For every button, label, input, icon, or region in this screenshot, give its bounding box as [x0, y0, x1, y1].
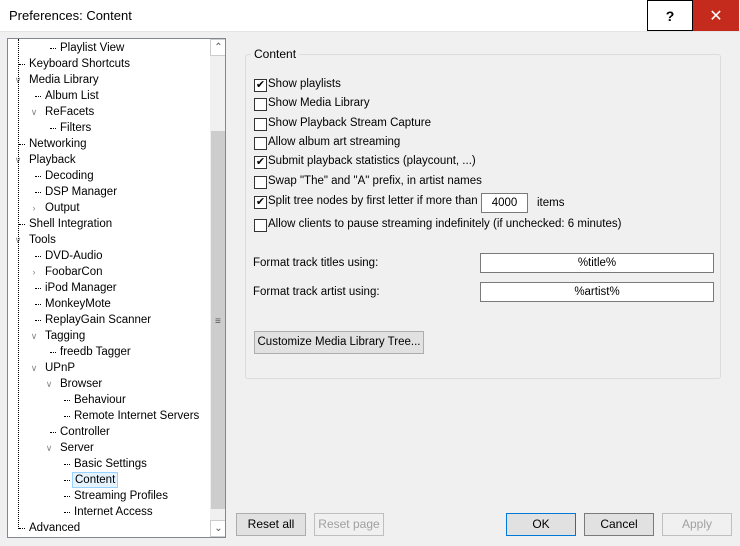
- tree-item[interactable]: Output: [43, 200, 82, 216]
- tree-item[interactable]: ReFacets: [43, 104, 96, 120]
- tree-connector: [35, 256, 41, 257]
- chevron-down-icon[interactable]: ∨: [44, 440, 54, 456]
- tree-item[interactable]: freedb Tagger: [58, 344, 133, 360]
- tree-item[interactable]: Tools: [27, 232, 58, 248]
- tree-item[interactable]: Server: [58, 440, 96, 456]
- tree-item[interactable]: Tagging: [43, 328, 87, 344]
- checkbox-label[interactable]: Submit playback statistics (playcount, .…: [268, 155, 476, 167]
- tree-connector: [35, 176, 41, 177]
- checkbox-label[interactable]: Show playlists: [268, 78, 341, 90]
- close-button[interactable]: ✕: [693, 0, 739, 31]
- tree-item[interactable]: Basic Settings: [72, 456, 149, 472]
- apply-button[interactable]: Apply: [662, 513, 732, 536]
- tree-item[interactable]: Decoding: [43, 168, 96, 184]
- tree-connector: [35, 192, 41, 193]
- tree-item[interactable]: Streaming Profiles: [72, 488, 170, 504]
- help-button[interactable]: ?: [647, 0, 693, 31]
- tree-guide-line: [18, 39, 19, 529]
- tree-item[interactable]: Keyboard Shortcuts: [27, 56, 132, 72]
- tree-item[interactable]: Browser: [58, 376, 104, 392]
- checkbox-label[interactable]: Swap "The" and "A" prefix, in artist nam…: [268, 175, 482, 187]
- tree-item[interactable]: MonkeyMote: [43, 296, 113, 312]
- checkbox-label[interactable]: Show Playback Stream Capture: [268, 117, 431, 129]
- tree-item[interactable]: Networking: [27, 136, 89, 152]
- tree-item[interactable]: Filters: [58, 120, 93, 136]
- tree-connector: [35, 320, 41, 321]
- checkbox[interactable]: [254, 176, 267, 189]
- tree-item[interactable]: Advanced: [27, 520, 82, 536]
- tree-item[interactable]: Behaviour: [72, 392, 128, 408]
- window-title: Preferences: Content: [9, 8, 132, 23]
- reset-page-button[interactable]: Reset page: [314, 513, 384, 536]
- tree-item[interactable]: Playlist View: [58, 40, 126, 56]
- artist-format-input[interactable]: %artist%: [480, 282, 714, 302]
- tree-connector: [64, 480, 70, 481]
- tree-connector: [19, 528, 25, 529]
- ok-button[interactable]: OK: [506, 513, 576, 536]
- tree-item[interactable]: UPnP: [43, 360, 77, 376]
- tree-item[interactable]: Playback: [27, 152, 78, 168]
- tree-connector: [50, 432, 56, 433]
- checkbox-label[interactable]: Allow clients to pause streaming indefin…: [268, 218, 621, 230]
- split-threshold-input[interactable]: 4000: [481, 193, 528, 213]
- chevron-down-icon[interactable]: ∨: [44, 376, 54, 392]
- tree-item[interactable]: ReplayGain Scanner: [43, 312, 153, 328]
- tree-connector: [35, 304, 41, 305]
- tree-connector: [50, 352, 56, 353]
- preferences-tree: Playlist View Keyboard Shortcuts ∨ Media Li…: [7, 38, 226, 538]
- items-label: items: [537, 197, 565, 209]
- title-format-input[interactable]: %title%: [480, 253, 714, 273]
- tree-item[interactable]: Album List: [43, 88, 101, 104]
- tree-connector: [64, 496, 70, 497]
- tree-connector: [64, 400, 70, 401]
- tree-item[interactable]: FoobarCon: [43, 264, 105, 280]
- tree-item[interactable]: Content: [72, 472, 119, 488]
- checkbox-label[interactable]: Split tree nodes by first letter if more…: [268, 195, 478, 207]
- checkbox[interactable]: ✔: [254, 196, 267, 209]
- checkbox[interactable]: [254, 98, 267, 111]
- tree-scrollbar[interactable]: ⌃ ≡ ⌄: [209, 39, 225, 537]
- tree-connector: [50, 128, 56, 129]
- chevron-down-icon[interactable]: ∨: [29, 328, 39, 344]
- tree-item[interactable]: Remote Internet Servers: [72, 408, 201, 424]
- artist-format-label: Format track artist using:: [253, 286, 380, 298]
- cancel-button[interactable]: Cancel: [584, 513, 654, 536]
- checkbox[interactable]: ✔: [254, 156, 267, 169]
- title-bar: Preferences: Content ? ✕: [0, 0, 740, 32]
- tree-connector: [19, 144, 25, 145]
- tree-connector: [19, 224, 25, 225]
- tree-connector: [64, 512, 70, 513]
- tree-connector: [19, 64, 25, 65]
- checkbox[interactable]: [254, 137, 267, 150]
- chevron-down-icon[interactable]: ∨: [29, 104, 39, 120]
- chevron-down-icon[interactable]: ∨: [29, 360, 39, 376]
- tree-item[interactable]: DVD-Audio: [43, 248, 105, 264]
- tree-item[interactable]: Shell Integration: [27, 216, 114, 232]
- chevron-right-icon[interactable]: ›: [29, 200, 39, 216]
- title-format-label: Format track titles using:: [253, 257, 379, 269]
- tree-connector: [64, 464, 70, 465]
- checkbox-label[interactable]: Allow album art streaming: [268, 136, 400, 148]
- tree-item[interactable]: iPod Manager: [43, 280, 119, 296]
- checkbox[interactable]: [254, 118, 267, 131]
- tree-item[interactable]: Controller: [58, 424, 112, 440]
- scrollbar-thumb[interactable]: ≡: [211, 131, 225, 509]
- group-label: Content: [251, 47, 300, 61]
- checkbox[interactable]: [254, 219, 267, 232]
- tree-item[interactable]: DSP Manager: [43, 184, 119, 200]
- tree-item[interactable]: Media Library: [27, 72, 101, 88]
- scroll-up-arrow-icon[interactable]: ⌃: [210, 39, 225, 56]
- tree-item[interactable]: Internet Access: [72, 504, 155, 520]
- chevron-right-icon[interactable]: ›: [29, 264, 39, 280]
- scroll-down-arrow-icon[interactable]: ⌄: [210, 520, 225, 537]
- tree-connector: [50, 48, 56, 49]
- customize-tree-button[interactable]: Customize Media Library Tree...: [254, 331, 424, 354]
- reset-all-button[interactable]: Reset all: [236, 513, 306, 536]
- checkbox[interactable]: ✔: [254, 79, 267, 92]
- checkbox-label[interactable]: Show Media Library: [268, 97, 370, 109]
- tree-connector: [35, 96, 41, 97]
- tree-connector: [35, 288, 41, 289]
- tree-connector: [64, 416, 70, 417]
